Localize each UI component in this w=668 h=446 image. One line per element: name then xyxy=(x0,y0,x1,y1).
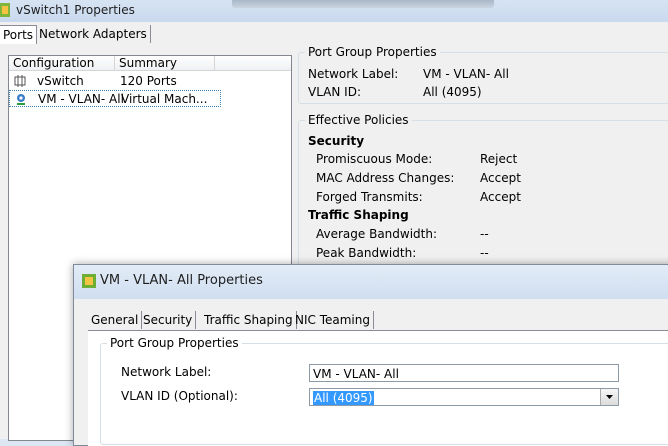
network-label-key: Network Label: xyxy=(308,67,399,81)
peak-bandwidth-value: -- xyxy=(480,246,489,260)
port-group-icon xyxy=(17,94,25,105)
promiscuous-key: Promiscuous Mode: xyxy=(316,152,433,166)
back-tabstrip: Ports Network Adapters xyxy=(0,25,668,44)
group-legend: Port Group Properties xyxy=(107,336,242,350)
tab-security[interactable]: Security xyxy=(140,311,197,329)
vswitch-icon xyxy=(14,75,26,87)
network-label-value: VM - VLAN- All xyxy=(423,67,509,81)
tab-traffic-shaping-label: Traffic Shaping xyxy=(204,313,293,327)
mac-changes-value: Accept xyxy=(480,171,521,185)
avg-bandwidth-value: -- xyxy=(480,227,489,241)
security-heading: Security xyxy=(308,134,365,148)
tab-nic-teaming[interactable]: NIC Teaming xyxy=(292,311,374,329)
row-summary: 120 Ports xyxy=(120,74,177,88)
tab-security-label: Security xyxy=(143,313,193,327)
vswitch-app-icon xyxy=(0,3,10,17)
tab-nic-teaming-label: NIC Teaming xyxy=(295,313,370,327)
column-header-configuration[interactable]: Configuration xyxy=(9,56,115,71)
forged-value: Accept xyxy=(480,190,521,204)
vlan-dropdown-button[interactable] xyxy=(600,389,618,405)
network-label-field-label: Network Label: xyxy=(121,365,212,379)
avg-bandwidth-key: Average Bandwidth: xyxy=(316,227,438,241)
row-name: vSwitch xyxy=(37,74,84,88)
tab-general-label: General xyxy=(91,313,139,327)
dialog-app-icon xyxy=(82,274,96,288)
column-header-label: Configuration xyxy=(13,56,95,70)
tab-ports-label: Ports xyxy=(3,28,34,42)
vlan-id-field-label: VLAN ID (Optional): xyxy=(121,389,238,403)
chevron-down-icon xyxy=(606,395,613,399)
vlan-id-value: All (4095) xyxy=(423,85,482,99)
column-header-label: Summary xyxy=(119,56,177,70)
list-row-port-group[interactable]: VM - VLAN- All Virtual Mach... xyxy=(9,90,221,107)
network-label-input[interactable]: VM - VLAN- All xyxy=(309,364,619,382)
promiscuous-value: Reject xyxy=(480,152,518,166)
back-window-titlebar[interactable]: vSwitch1 Properties xyxy=(0,0,668,22)
group-legend: Port Group Properties xyxy=(305,45,440,59)
tab-ports[interactable]: Ports xyxy=(0,25,37,44)
tab-traffic-shaping[interactable]: Traffic Shaping xyxy=(201,311,297,329)
vlan-id-selected-value: All (4095) xyxy=(313,391,374,405)
column-header-empty xyxy=(215,56,291,71)
port-group-properties-group: Port Group Properties Network Label: VM … xyxy=(298,45,668,104)
back-window-title: vSwitch1 Properties xyxy=(16,3,135,17)
vlan-id-key: VLAN ID: xyxy=(308,85,361,99)
effective-policies-group: Effective Policies Security Promiscuous … xyxy=(298,113,668,282)
dialog-port-group-properties-group: Port Group Properties Network Label: VM … xyxy=(100,336,668,445)
tab-general[interactable]: General xyxy=(88,311,143,329)
titlebar-caption-area xyxy=(232,0,494,8)
dialog-title: VM - VLAN- All Properties xyxy=(100,273,263,288)
list-row-vswitch[interactable]: vSwitch 120 Ports xyxy=(9,73,221,90)
network-label-input-value: VM - VLAN- All xyxy=(313,367,399,381)
column-header-summary[interactable]: Summary xyxy=(115,56,215,71)
row-summary: Virtual Mach... xyxy=(121,92,208,106)
peak-bandwidth-key: Peak Bandwidth: xyxy=(316,246,417,260)
port-group-properties-dialog: VM - VLAN- All Properties General Securi… xyxy=(73,264,668,446)
dialog-tabstrip: General Security Traffic Shaping NIC Tea… xyxy=(88,311,668,330)
dialog-titlebar[interactable]: VM - VLAN- All Properties xyxy=(74,265,668,299)
vlan-id-select[interactable]: All (4095) xyxy=(309,388,619,406)
mac-changes-key: MAC Address Changes: xyxy=(316,171,455,185)
group-legend: Effective Policies xyxy=(305,113,412,127)
tab-network-adapters[interactable]: Network Adapters xyxy=(36,25,151,43)
tab-network-adapters-label: Network Adapters xyxy=(39,27,147,41)
row-name: VM - VLAN- All xyxy=(38,92,124,106)
forged-key: Forged Transmits: xyxy=(316,190,423,204)
traffic-shaping-heading: Traffic Shaping xyxy=(308,208,409,222)
